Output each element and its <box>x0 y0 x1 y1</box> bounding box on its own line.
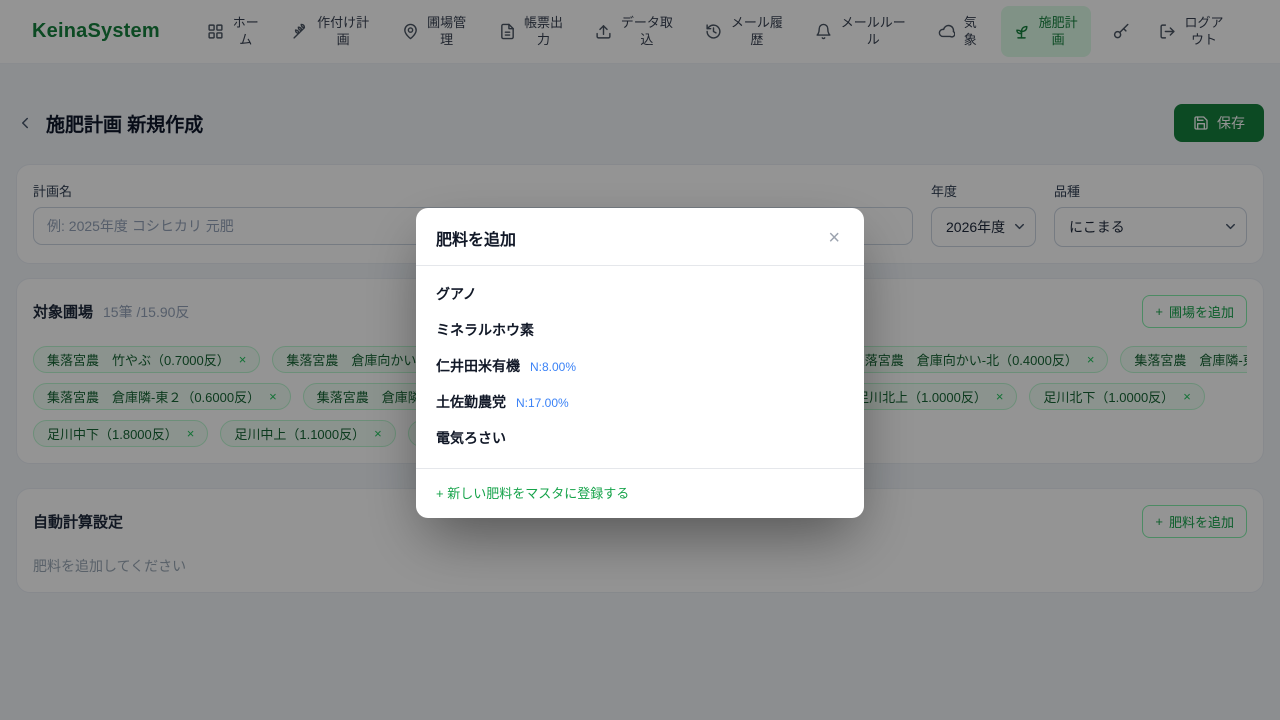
add-fertilizer-modal: 肥料を追加 × グアノ ミネラルホウ素 仁井田米有機 N:8.00% 土佐勤農党… <box>416 208 864 518</box>
modal-header: 肥料を追加 × <box>416 208 864 266</box>
fertilizer-name: 電気ろさい <box>436 428 506 448</box>
fertilizer-name: 仁井田米有機 <box>436 356 520 376</box>
fertilizer-name: ミネラルホウ素 <box>436 320 534 340</box>
close-icon[interactable]: × <box>824 226 844 250</box>
fertilizer-list: グアノ ミネラルホウ素 仁井田米有機 N:8.00% 土佐勤農党 N:17.00… <box>416 266 864 468</box>
fertilizer-name: 土佐勤農党 <box>436 392 506 412</box>
modal-footer: + 新しい肥料をマスタに登録する <box>416 468 864 518</box>
fertilizer-n-value: N:17.00% <box>516 396 569 410</box>
fertilizer-list-item[interactable]: 電気ろさい <box>416 420 864 456</box>
register-new-fertilizer-link[interactable]: + 新しい肥料をマスタに登録する <box>436 486 629 501</box>
fertilizer-n-value: N:8.00% <box>530 360 576 374</box>
fertilizer-list-item[interactable]: グアノ <box>416 276 864 312</box>
fertilizer-list-item[interactable]: 土佐勤農党 N:17.00% <box>416 384 864 420</box>
fertilizer-name: グアノ <box>436 284 477 304</box>
fertilizer-list-item[interactable]: 仁井田米有機 N:8.00% <box>416 348 864 384</box>
fertilizer-list-item[interactable]: ミネラルホウ素 <box>416 312 864 348</box>
modal-title: 肥料を追加 <box>436 226 516 250</box>
